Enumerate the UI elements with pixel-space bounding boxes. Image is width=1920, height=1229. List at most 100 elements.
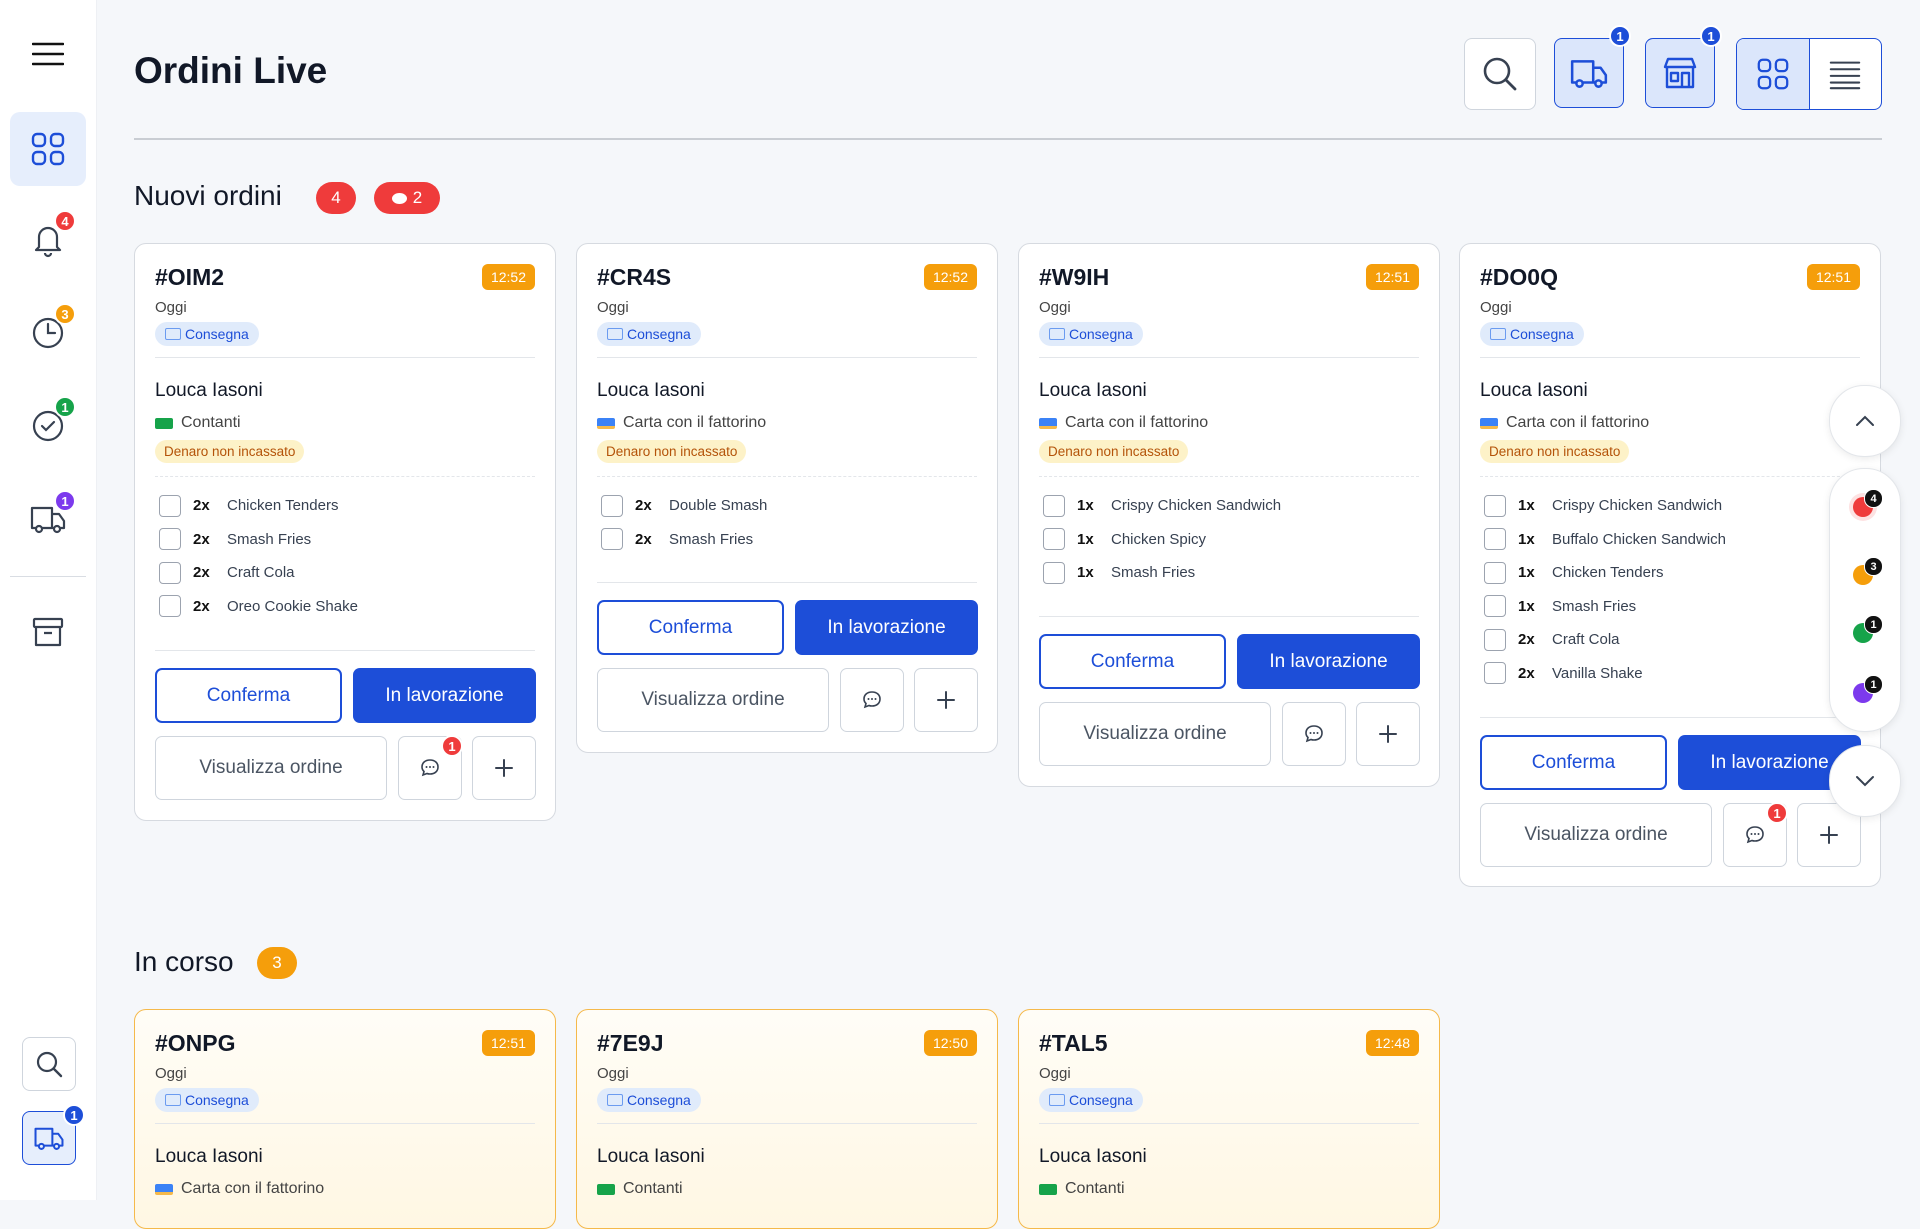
- payment-method: Carta con il fattorino: [597, 414, 766, 432]
- delivery-tag-label: Consegna: [1069, 1092, 1133, 1108]
- chat-button[interactable]: [840, 668, 904, 732]
- confirm-button[interactable]: Conferma: [1039, 634, 1226, 689]
- sidebar-item-completed[interactable]: 1: [10, 388, 86, 462]
- item-qty: 2x: [193, 497, 210, 515]
- store-filter-badge: 1: [1700, 25, 1722, 47]
- view-order-button[interactable]: Visualizza ordine: [1480, 803, 1712, 867]
- item-checkbox[interactable]: [1043, 528, 1065, 551]
- in-progress-button[interactable]: In lavorazione: [795, 600, 978, 655]
- cash-icon: [155, 417, 173, 429]
- item-checkbox[interactable]: [1484, 628, 1506, 651]
- view-order-button[interactable]: Visualizza ordine: [1039, 702, 1271, 766]
- item-checkbox[interactable]: [1484, 595, 1506, 618]
- confirm-button[interactable]: Conferma: [155, 668, 342, 723]
- item-checkbox[interactable]: [1484, 561, 1506, 584]
- in-progress-button[interactable]: In lavorazione: [353, 668, 536, 723]
- scroll-down-button[interactable]: [1829, 745, 1901, 817]
- truck-icon: [34, 1127, 64, 1150]
- chat-button[interactable]: 1: [1723, 802, 1788, 867]
- order-time: 12:48: [1365, 1030, 1419, 1056]
- plus-icon: [495, 759, 513, 777]
- item-checkbox[interactable]: [159, 595, 181, 618]
- chat-button[interactable]: 1: [398, 735, 463, 800]
- truck-icon: [165, 328, 181, 340]
- item-name: Smash Fries: [1552, 597, 1637, 615]
- item-checkbox[interactable]: [159, 561, 181, 584]
- chat-badge: 1: [1766, 802, 1788, 824]
- order-day: Oggi: [1480, 299, 1512, 316]
- payment-label: Carta con il fattorino: [1506, 414, 1650, 431]
- chat-button[interactable]: [1282, 702, 1346, 766]
- item-qty: 1x: [1518, 530, 1535, 548]
- item-checkbox[interactable]: [159, 528, 181, 551]
- scroll-up-button[interactable]: [1829, 385, 1901, 457]
- add-button[interactable]: [1356, 702, 1420, 766]
- view-order-button[interactable]: Visualizza ordine: [597, 668, 829, 732]
- delivery-tag: Consegna: [597, 322, 701, 346]
- item-name: Craft Cola: [227, 564, 295, 582]
- pending-badge: 3: [54, 303, 76, 325]
- order-id: #TAL5: [1039, 1030, 1108, 1056]
- item-checkbox[interactable]: [1484, 494, 1506, 517]
- view-order-button[interactable]: Visualizza ordine: [155, 736, 387, 800]
- chat-icon: [863, 691, 881, 709]
- list-item: 1x Chicken Tenders: [1484, 556, 1726, 590]
- item-checkbox[interactable]: [1484, 528, 1506, 551]
- delivery-tag: Consegna: [155, 1088, 259, 1112]
- order-id: #7E9J: [597, 1030, 664, 1056]
- order-day: Oggi: [1039, 1065, 1071, 1082]
- unpaid-badge: Denaro non incassato: [1039, 440, 1189, 463]
- sidebar-divider: [10, 576, 86, 577]
- card-divider: [597, 357, 977, 358]
- add-button[interactable]: [914, 668, 978, 732]
- sidebar-item-dashboard[interactable]: [10, 112, 86, 186]
- card-divider: [1480, 476, 1860, 478]
- order-day: Oggi: [155, 299, 187, 316]
- sidebar-item-pending[interactable]: 3: [10, 295, 86, 369]
- confirm-button[interactable]: Conferma: [597, 600, 784, 655]
- search-button[interactable]: [1464, 38, 1536, 110]
- customer-name: Louca Iasoni: [155, 380, 263, 401]
- delivery-tag-label: Consegna: [185, 326, 249, 342]
- payment-method: Contanti: [597, 1180, 683, 1198]
- chevron-down-icon: [1856, 776, 1874, 787]
- plus-icon: [1820, 826, 1838, 844]
- item-qty: 2x: [635, 530, 652, 548]
- item-checkbox[interactable]: [1484, 662, 1506, 685]
- jump-new-orders[interactable]: 4: [1853, 489, 1883, 517]
- delivery-filter-button[interactable]: 1: [1554, 25, 1631, 108]
- item-checkbox[interactable]: [601, 494, 623, 517]
- item-checkbox[interactable]: [1043, 494, 1065, 517]
- sidebar-delivery-button[interactable]: 1: [22, 1104, 85, 1165]
- item-checkbox[interactable]: [1043, 561, 1065, 584]
- grid-view-button[interactable]: [1737, 39, 1810, 109]
- customer-name: Louca Iasoni: [1039, 380, 1147, 401]
- sidebar-item-archive[interactable]: [10, 595, 86, 669]
- truck-icon: [607, 328, 623, 340]
- truck-icon: [1049, 1094, 1065, 1106]
- notifications-badge: 4: [54, 210, 76, 232]
- item-checkbox[interactable]: [159, 494, 181, 517]
- plus-icon: [937, 691, 955, 709]
- sidebar-item-delivery[interactable]: 1: [10, 482, 86, 556]
- jump-in-progress[interactable]: 3: [1853, 557, 1883, 585]
- add-button[interactable]: [472, 736, 536, 800]
- item-name: Crispy Chicken Sandwich: [1552, 497, 1723, 515]
- item-qty: 1x: [1077, 530, 1094, 548]
- sidebar-search-button[interactable]: [22, 1037, 76, 1091]
- jump-completed[interactable]: 1: [1853, 615, 1883, 643]
- list-view-button[interactable]: [1810, 39, 1882, 109]
- item-qty: 1x: [1518, 564, 1535, 582]
- card-divider: [1039, 476, 1419, 478]
- order-day: Oggi: [597, 299, 629, 316]
- item-checkbox[interactable]: [601, 528, 623, 551]
- confirm-button[interactable]: Conferma: [1480, 735, 1667, 790]
- card-divider: [1039, 1123, 1419, 1124]
- sidebar-item-notifications[interactable]: 4: [10, 202, 86, 276]
- jump-delivery[interactable]: 1: [1853, 675, 1883, 703]
- menu-icon[interactable]: [31, 42, 65, 66]
- in-progress-button[interactable]: In lavorazione: [1237, 634, 1420, 689]
- payment-label: Carta con il fattorino: [181, 1180, 325, 1197]
- payment-label: Contanti: [181, 414, 241, 431]
- store-filter-button[interactable]: 1: [1645, 25, 1722, 108]
